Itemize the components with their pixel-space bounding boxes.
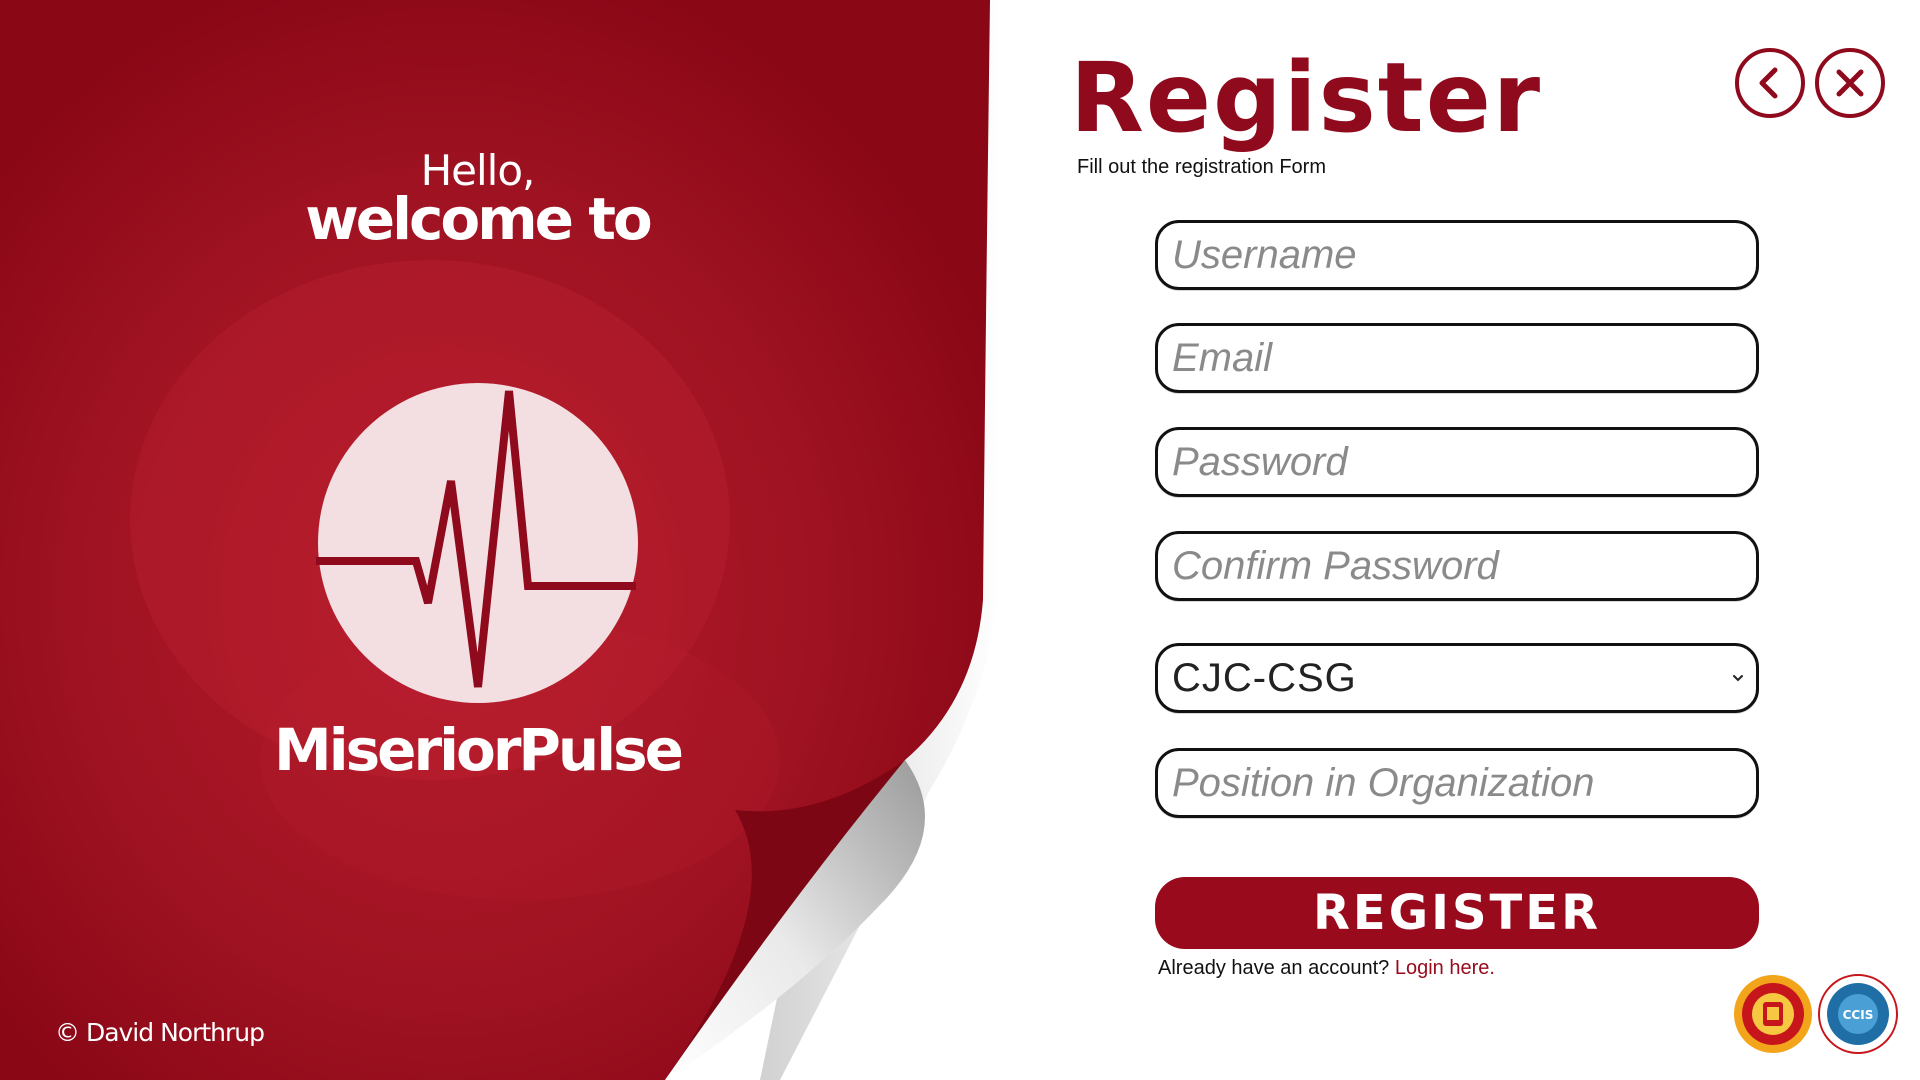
page-title: Register — [1070, 42, 1543, 154]
heartbeat-pulse-icon — [316, 381, 640, 705]
brand-name: MiseriorPulse — [274, 716, 684, 784]
password-input[interactable] — [1158, 430, 1756, 494]
close-icon — [1836, 69, 1864, 97]
confirm-password-input[interactable] — [1158, 534, 1756, 598]
position-input[interactable] — [1158, 751, 1756, 815]
close-button[interactable] — [1815, 48, 1885, 118]
chevron-down-icon — [1733, 675, 1743, 682]
organization-select[interactable]: CJC-CSG — [1155, 643, 1759, 713]
ccis-seal-text: CCIS — [1843, 1008, 1874, 1022]
email-field-wrapper — [1155, 323, 1759, 393]
login-link[interactable]: Login here. — [1395, 957, 1495, 979]
position-field-wrapper — [1155, 748, 1759, 818]
password-field-wrapper — [1155, 427, 1759, 497]
ccis-seal-logo: CCIS — [1818, 974, 1898, 1054]
login-prompt-row: Already have an account? Login here. — [1158, 957, 1495, 980]
email-input[interactable] — [1158, 326, 1756, 390]
organization-select-value: CJC-CSG — [1172, 656, 1357, 700]
page-subtitle: Fill out the registration Form — [1077, 156, 1326, 178]
chevron-left-icon — [1759, 67, 1778, 99]
login-prompt-text: Already have an account? — [1158, 957, 1390, 979]
username-input[interactable] — [1158, 223, 1756, 287]
register-button[interactable]: REGISTER — [1155, 877, 1759, 949]
greeting-welcome: welcome to — [305, 185, 653, 253]
back-button[interactable] — [1735, 48, 1805, 118]
username-field-wrapper — [1155, 220, 1759, 290]
copyright-text: © David Northrup — [55, 1018, 265, 1047]
confirm-password-field-wrapper — [1155, 531, 1759, 601]
college-seal-logo — [1734, 975, 1812, 1053]
